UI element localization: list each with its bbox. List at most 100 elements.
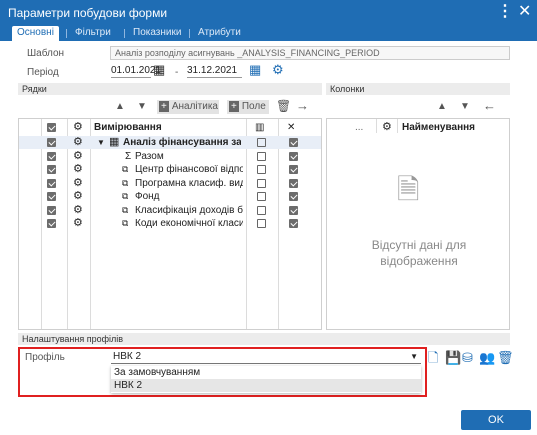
row-checkbox-visible[interactable] (257, 151, 266, 161)
arrow-left-icon[interactable]: ← (483, 99, 496, 113)
move-down-icon[interactable]: ▼ (137, 100, 147, 114)
chevron-down-icon[interactable]: ▼ (97, 136, 105, 149)
profile-section-title: Налаштування профілів (22, 334, 124, 344)
row-gear-icon[interactable]: ⚙ (73, 136, 83, 149)
row-checkbox-visible[interactable] (257, 205, 266, 215)
row-label: Аналіз фінансування за пері (123, 137, 241, 148)
dimension-icon: ⧉ (122, 191, 129, 201)
profile-select[interactable]: НВК 2 ▼ (111, 350, 421, 364)
tab-separator (66, 29, 67, 38)
row-checkbox[interactable] (47, 138, 56, 147)
period-from-input[interactable]: 01.01.2021 (111, 64, 161, 78)
tree-row[interactable]: ⚙ ⧉ Фонд (19, 190, 321, 203)
tab-bar: Основні Фільтри Показники Атрибути (0, 26, 537, 41)
calendar-icon[interactable]: ▦ (153, 63, 165, 77)
tab-main[interactable]: Основні (12, 26, 59, 41)
save-icon[interactable]: 💾 (445, 351, 461, 365)
profile-option[interactable]: За замовчуванням (111, 366, 421, 379)
tab-attributes[interactable]: Атрибути (193, 26, 246, 41)
row-checkbox[interactable] (47, 192, 56, 201)
empty-line-2: відображення (380, 254, 458, 268)
rows-grid: ⚙ Вимірювання ▥ ✕ ⚙ ▼ ▦ Аналіз фінансування… (18, 118, 322, 330)
add-field-button[interactable]: + Поле (227, 100, 269, 114)
rows-section-title: Рядки (22, 84, 47, 94)
row-checkbox-include[interactable] (289, 192, 298, 201)
arrow-right-icon[interactable]: → (296, 99, 309, 113)
gear-icon: ⚙ (73, 121, 83, 133)
settings-gear-icon[interactable]: ⚙ (272, 63, 284, 77)
row-checkbox-include[interactable] (289, 138, 298, 147)
row-checkbox-include[interactable] (289, 165, 298, 174)
tab-indicators[interactable]: Показники (128, 26, 186, 41)
select-all-checkbox[interactable] (47, 123, 56, 132)
add-analytics-label: Аналітика (171, 101, 218, 112)
tree-row[interactable]: ⚙ ⧉ Коди економічної класиф (19, 217, 321, 230)
tree-row[interactable]: ⚙ ⧉ Класифікація доходів бюд (19, 204, 321, 217)
rows-section-header: Рядки (18, 83, 322, 95)
row-label: Класифікація доходів бюд (135, 204, 243, 216)
row-gear-icon[interactable]: ⚙ (73, 190, 83, 203)
move-up-icon[interactable]: ▲ (437, 100, 447, 114)
row-checkbox-include[interactable] (289, 205, 298, 215)
period-separator: - (175, 67, 179, 78)
row-gear-icon[interactable]: ⚙ (73, 163, 83, 176)
period-to-input[interactable]: 31.12.2021 (187, 64, 242, 78)
row-gear-icon[interactable]: ⚙ (73, 217, 83, 230)
template-field: Аналіз розподілу асигнувань _ANALYSIS_FI… (110, 46, 510, 60)
row-checkbox[interactable] (47, 151, 56, 161)
more-menu-icon[interactable]: ⋮ (497, 3, 513, 21)
new-document-icon[interactable]: 🗋 (428, 351, 438, 365)
dimension-icon: ⧉ (122, 204, 129, 215)
row-gear-icon[interactable]: ⚙ (73, 150, 83, 163)
tree-row[interactable]: ⚙ Σ Разом (19, 150, 321, 163)
row-checkbox-include[interactable] (289, 219, 298, 228)
move-up-icon[interactable]: ▲ (115, 100, 125, 114)
tab-separator (124, 29, 125, 38)
row-checkbox-visible[interactable] (257, 138, 266, 147)
row-checkbox-include[interactable] (289, 178, 298, 188)
database-icon[interactable]: ⛁ (462, 351, 473, 365)
empty-state-message: Відсутні дані для відображення (327, 237, 511, 269)
row-checkbox[interactable] (47, 165, 56, 174)
columns-section-title: Колонки (330, 84, 365, 94)
row-checkbox-visible[interactable] (257, 178, 266, 188)
row-checkbox[interactable] (47, 205, 56, 215)
row-checkbox-include[interactable] (289, 151, 298, 161)
dimension-icon: ⧉ (122, 164, 129, 174)
add-analytics-button[interactable]: + Аналітика (157, 100, 219, 114)
profile-label: Профіль (25, 352, 65, 363)
row-checkbox[interactable] (47, 219, 56, 228)
row-gear-icon[interactable]: ⚙ (73, 177, 83, 190)
profile-section-header: Налаштування профілів (18, 333, 510, 345)
tree-row[interactable]: ⚙ ⧉ Центр фінансової відповід (19, 163, 321, 176)
column-header-name: Найменування (402, 122, 475, 133)
tree-row[interactable]: ⚙ ⧉ Програмна класиф. видат (19, 177, 321, 190)
columns-section-header: Колонки (326, 83, 510, 95)
row-label: Коди економічної класиф (135, 218, 243, 229)
ok-button[interactable]: OK (461, 410, 531, 430)
move-down-icon[interactable]: ▼ (460, 100, 470, 114)
column-close-icon: ✕ (287, 122, 296, 133)
dialog: Параметри побудови форми ⋮ ✕ Основні Філ… (0, 0, 537, 435)
row-checkbox-visible[interactable] (257, 192, 266, 201)
empty-line-1: Відсутні дані для (371, 238, 467, 252)
delete-icon[interactable]: 🗑 (276, 99, 291, 113)
row-checkbox[interactable] (47, 178, 56, 188)
row-gear-icon[interactable]: ⚙ (73, 204, 83, 217)
template-label: Шаблон (27, 48, 65, 59)
period-label: Період (27, 67, 59, 78)
table-icon: ▦ (109, 136, 120, 148)
row-checkbox-visible[interactable] (257, 165, 266, 174)
row-checkbox-visible[interactable] (257, 219, 266, 228)
tree-row[interactable]: ⚙ ▼ ▦Аналіз фінансування за пері (19, 136, 321, 149)
row-label: Центр фінансової відповід (135, 164, 243, 175)
trash-icon[interactable]: 🗑 (497, 351, 514, 365)
tab-filters[interactable]: Фільтри (70, 26, 116, 41)
grid-header: ... ⚙ Найменування (327, 121, 509, 134)
profile-option-selected[interactable]: НВК 2 (111, 379, 421, 392)
grid-header: ⚙ Вимірювання ▥ ✕ (19, 121, 321, 134)
close-icon[interactable]: ✕ (518, 3, 531, 21)
plus-icon: + (159, 101, 169, 112)
users-icon[interactable]: 👥 (479, 351, 495, 365)
calendar-range-icon[interactable]: ▦ (249, 63, 261, 77)
